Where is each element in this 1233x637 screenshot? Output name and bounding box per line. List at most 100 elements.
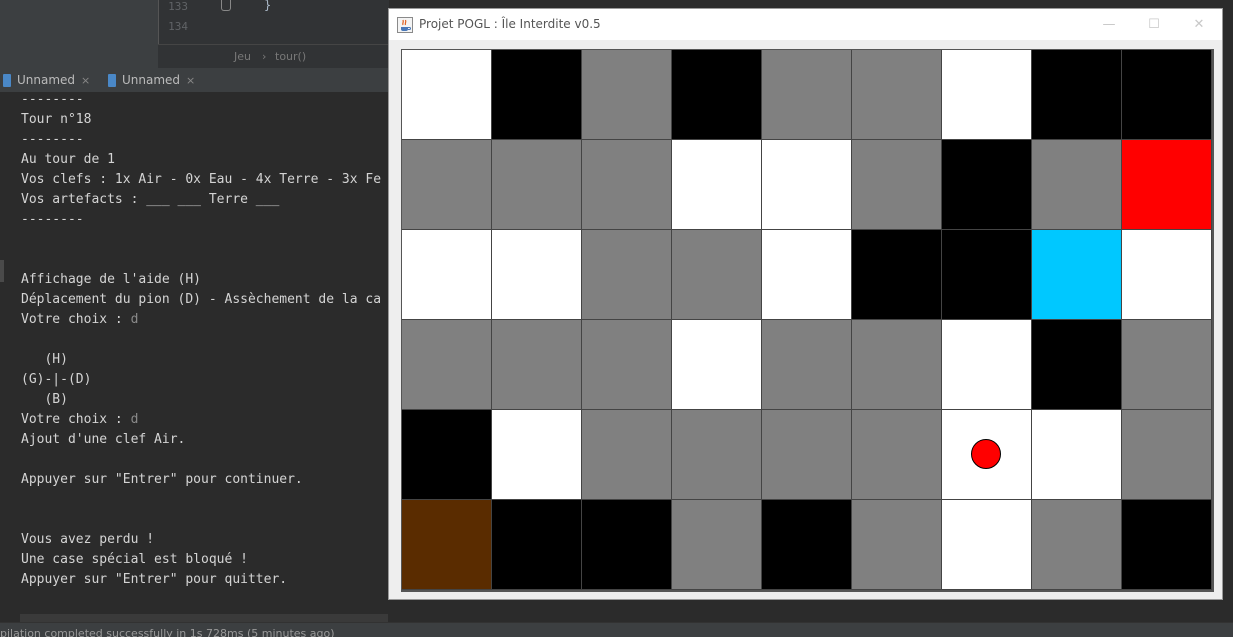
board-cell-white[interactable]: [402, 230, 492, 320]
console-line: Une case spécial est bloqué !: [21, 550, 248, 570]
board-cell-gray[interactable]: [852, 50, 942, 140]
board-cell-gray[interactable]: [852, 320, 942, 410]
board-cell-black[interactable]: [402, 410, 492, 500]
board-cell-white[interactable]: [942, 320, 1032, 410]
board-cell-gray[interactable]: [582, 50, 672, 140]
console-line-text: Vous avez perdu !: [21, 532, 155, 547]
close-icon[interactable]: ×: [81, 74, 90, 87]
run-tab-label: Unnamed: [17, 73, 76, 87]
board-cell-black[interactable]: [492, 50, 582, 140]
board-cell-gray[interactable]: [762, 410, 852, 500]
player-pawn[interactable]: [971, 439, 1001, 469]
ide-project-panel: [0, 0, 158, 68]
board-cell-gray[interactable]: [1032, 140, 1122, 230]
console-horizontal-scrollbar[interactable]: [20, 614, 388, 622]
board-cell-black[interactable]: [1122, 50, 1212, 140]
console-marker: [0, 260, 4, 282]
console-line-text: --------: [21, 212, 84, 227]
board-cell-gray[interactable]: [672, 500, 762, 590]
console-line-text: Votre choix :: [21, 412, 131, 427]
maximize-button[interactable]: ☐: [1139, 13, 1169, 37]
board-cell-gray[interactable]: [672, 230, 762, 320]
board-cell-black[interactable]: [852, 230, 942, 320]
window-titlebar[interactable]: Projet POGL : Île Interdite v0.5 — ☐ ✕: [389, 9, 1222, 40]
board-cell-gray[interactable]: [1032, 500, 1122, 590]
game-window: Projet POGL : Île Interdite v0.5 — ☐ ✕: [388, 8, 1223, 600]
line-number: 134: [168, 20, 188, 33]
board-cell-gray[interactable]: [852, 500, 942, 590]
minimize-button[interactable]: —: [1094, 13, 1124, 37]
run-tab[interactable]: Unnamed ×: [3, 68, 90, 92]
board-cell-white[interactable]: [942, 50, 1032, 140]
board-cell-gray[interactable]: [402, 140, 492, 230]
run-tab-strip: Unnamed × Unnamed ×: [0, 68, 388, 93]
console-line-text: (B): [21, 392, 68, 407]
run-console[interactable]: -------- Tour n°18 -------- Au tour de 1 Vos…: [0, 92, 388, 614]
board-cell-black[interactable]: [1122, 500, 1212, 590]
console-line: Affichage de l'aide (H): [21, 270, 201, 290]
run-tab[interactable]: Unnamed ×: [108, 68, 195, 92]
board-cell-gray[interactable]: [1122, 320, 1212, 410]
board-cell-white[interactable]: [762, 230, 852, 320]
board-cell-brown[interactable]: [402, 500, 492, 590]
breadcrumb: Jeu › tour(): [158, 44, 388, 69]
board-cell-white[interactable]: [942, 500, 1032, 590]
run-tab-label: Unnamed: [122, 73, 181, 87]
board-cell-gray[interactable]: [582, 320, 672, 410]
status-bar: pilation completed successfully in 1s 72…: [0, 622, 1233, 637]
board-cell-white[interactable]: [672, 140, 762, 230]
console-line: --------: [21, 92, 84, 110]
console-line-text: (G)-|-(D): [21, 372, 92, 387]
board-cell-white[interactable]: [1122, 230, 1212, 320]
island-board: [401, 49, 1214, 592]
board-cell-gray[interactable]: [582, 230, 672, 320]
board-cell-gray[interactable]: [852, 410, 942, 500]
console-line-text: (H): [21, 352, 68, 367]
board-cell-gray[interactable]: [762, 320, 852, 410]
board-cell-black[interactable]: [492, 500, 582, 590]
board-cell-white[interactable]: [942, 410, 1032, 500]
console-line: Déplacement du pion (D) - Assèchement de…: [21, 290, 381, 310]
board-cell-gray[interactable]: [762, 50, 852, 140]
board-cell-black[interactable]: [762, 500, 852, 590]
line-number: 133: [168, 0, 188, 13]
board-cell-white[interactable]: [492, 410, 582, 500]
console-line: Vos artefacts : ___ ___ Terre ___: [21, 190, 279, 210]
console-line: Appuyer sur "Entrer" pour continuer.: [21, 470, 303, 490]
board-cell-black[interactable]: [672, 50, 762, 140]
console-line: (G)-|-(D): [21, 370, 91, 390]
board-cell-black[interactable]: [942, 230, 1032, 320]
console-user-input: d: [130, 412, 139, 427]
breadcrumb-item[interactable]: Jeu: [234, 50, 251, 63]
board-cell-gray[interactable]: [402, 320, 492, 410]
board-cell-white[interactable]: [402, 50, 492, 140]
breadcrumb-item[interactable]: tour(): [275, 50, 306, 63]
console-line: Au tour de 1: [21, 150, 115, 170]
run-config-icon: [3, 73, 11, 87]
board-cell-gray[interactable]: [672, 410, 762, 500]
board-cell-black[interactable]: [582, 500, 672, 590]
board-cell-gray[interactable]: [582, 140, 672, 230]
board-cell-gray[interactable]: [852, 140, 942, 230]
board-cell-cyan[interactable]: [1032, 230, 1122, 320]
board-cell-gray[interactable]: [1122, 410, 1212, 500]
console-line: --------: [21, 130, 84, 150]
board-cell-black[interactable]: [1032, 50, 1122, 140]
board-cell-gray[interactable]: [492, 320, 582, 410]
board-cell-black[interactable]: [942, 140, 1032, 230]
board-cell-gray[interactable]: [582, 410, 672, 500]
board-cell-white[interactable]: [672, 320, 762, 410]
console-line: Vos clefs : 1x Air - 0x Eau - 4x Terre -…: [21, 170, 381, 190]
console-line-text: Appuyer sur "Entrer" pour quitter.: [21, 572, 288, 587]
board-cell-white[interactable]: [762, 140, 852, 230]
board-cell-white[interactable]: [492, 230, 582, 320]
close-icon[interactable]: ×: [186, 74, 195, 87]
console-line: Votre choix : d: [21, 310, 138, 330]
code-fold-icon[interactable]: [221, 0, 231, 11]
board-cell-red[interactable]: [1122, 140, 1212, 230]
board-cell-black[interactable]: [1032, 320, 1122, 410]
board-cell-white[interactable]: [1032, 410, 1122, 500]
board-cell-gray[interactable]: [492, 140, 582, 230]
close-button[interactable]: ✕: [1184, 13, 1214, 37]
code-brace: }: [264, 0, 272, 12]
